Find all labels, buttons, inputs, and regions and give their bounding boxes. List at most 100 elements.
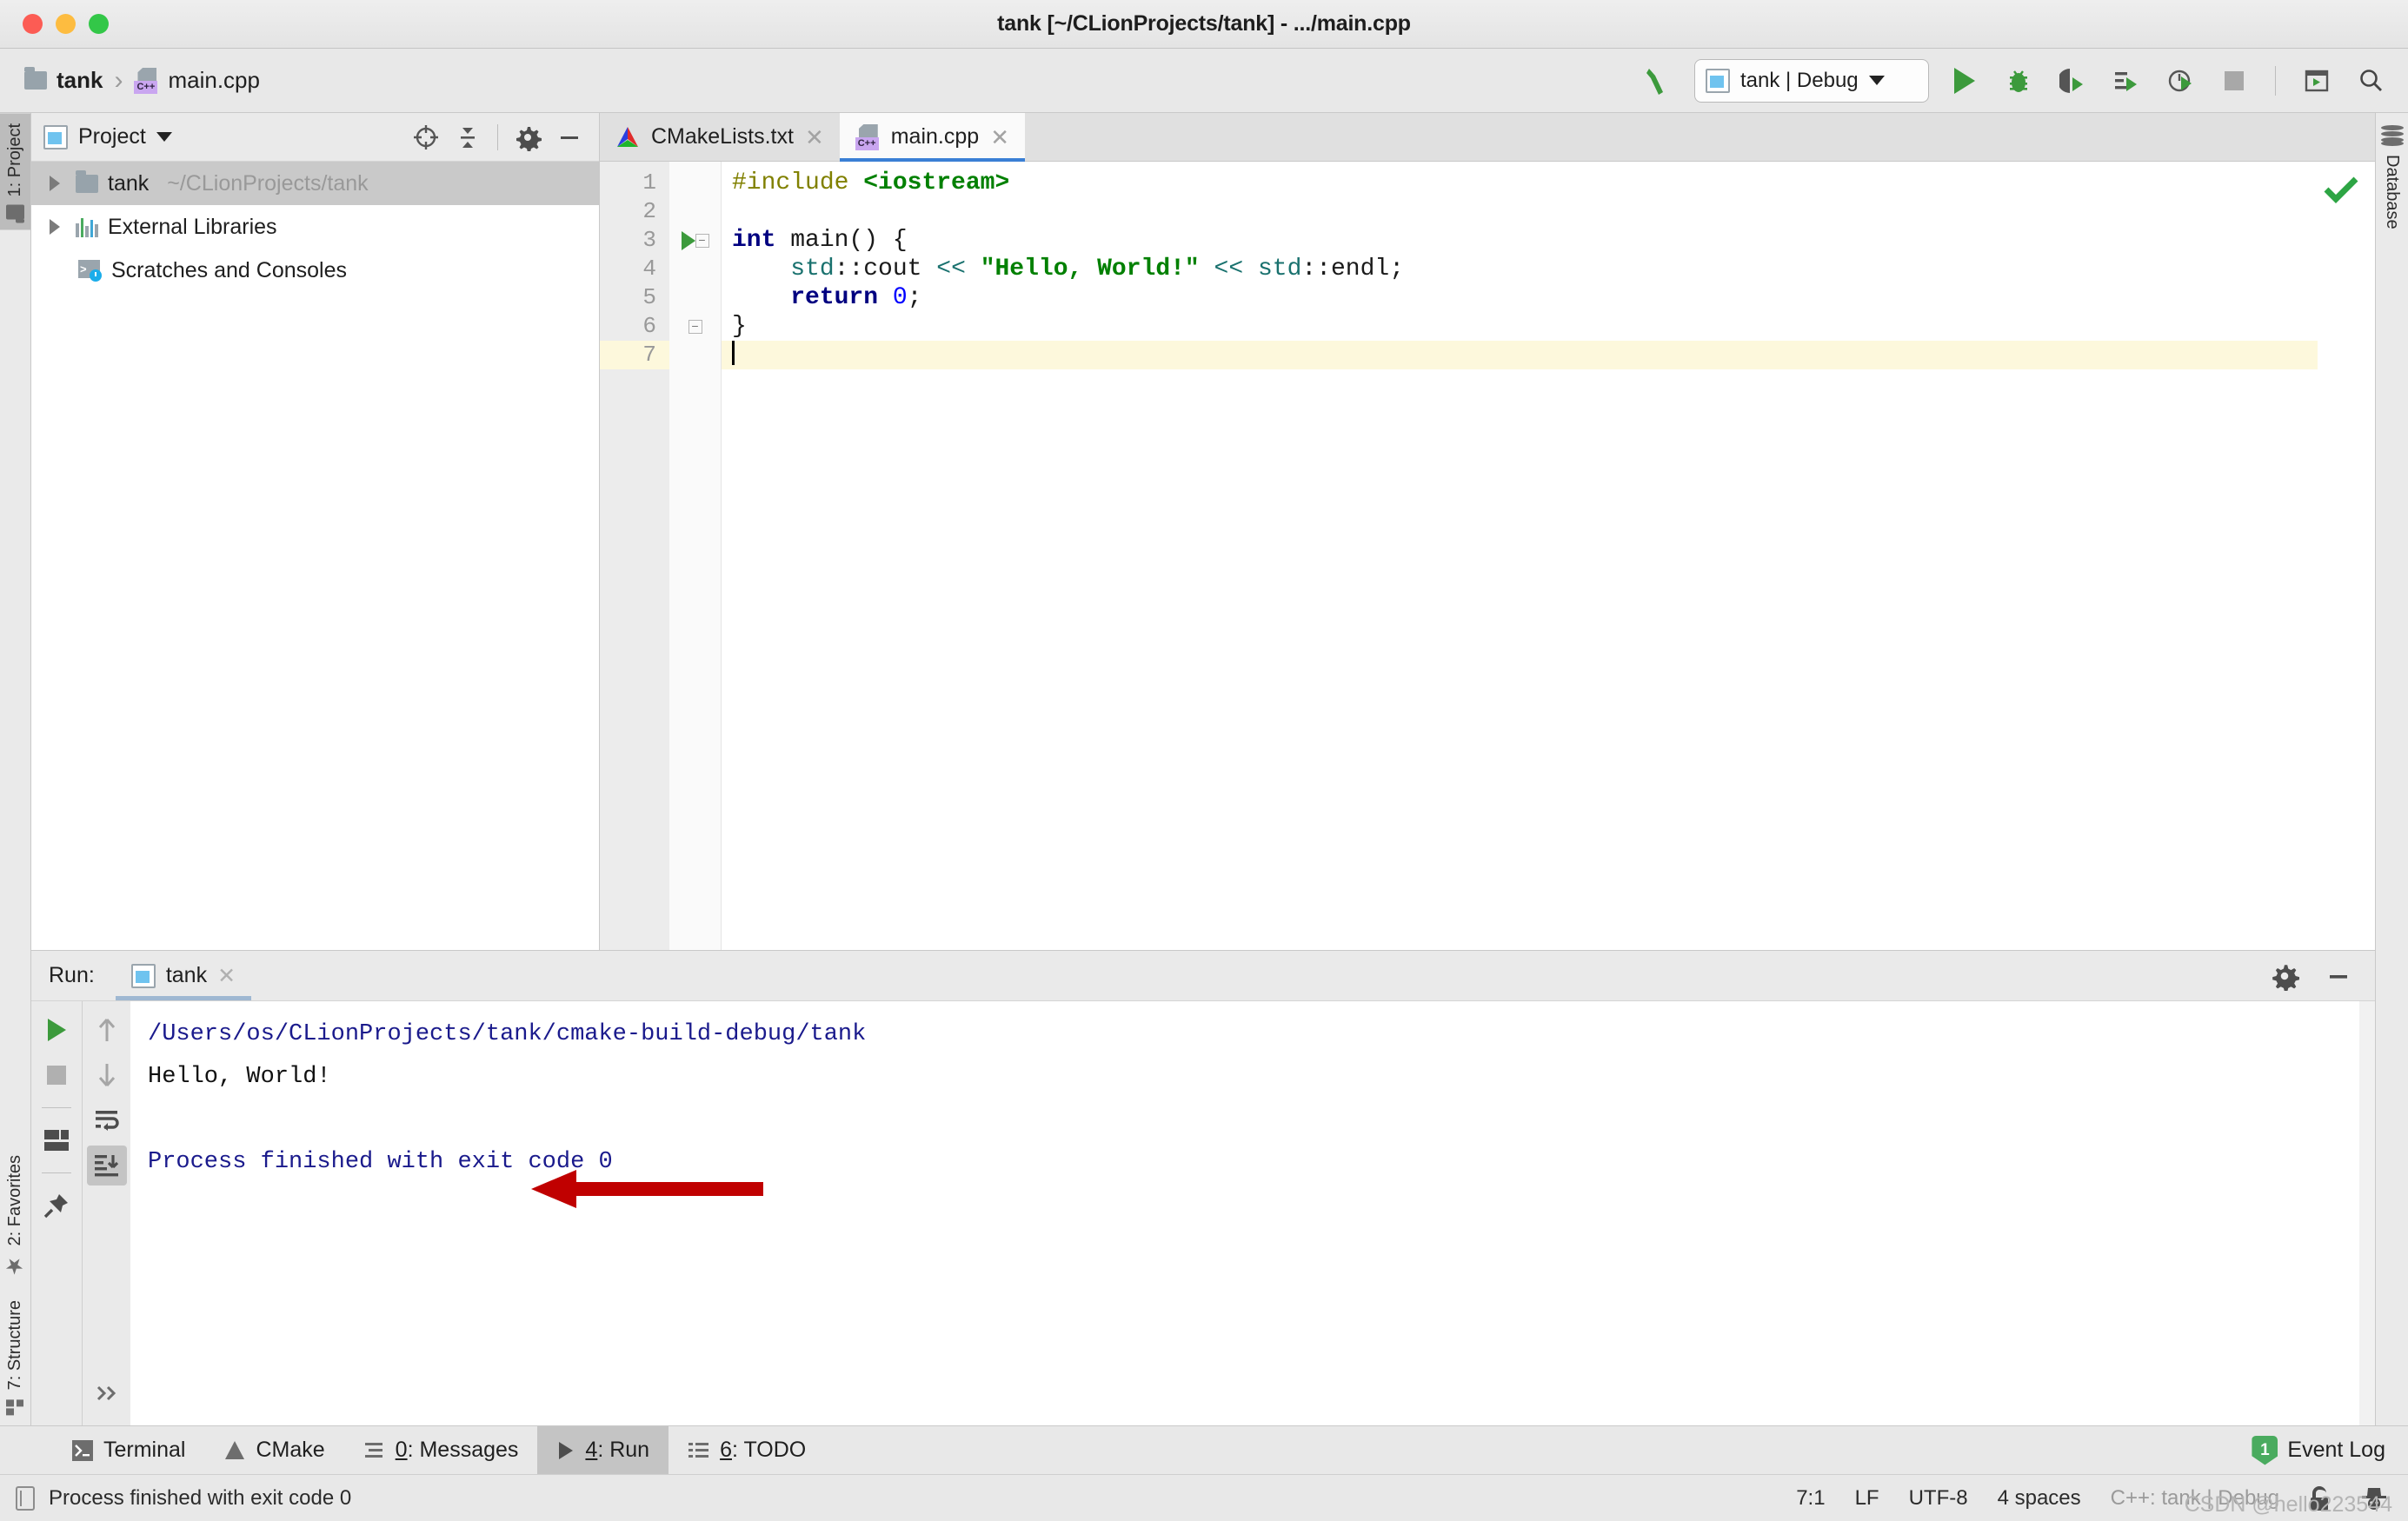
toolbar-divider (2275, 65, 2276, 96)
soft-wrap-button[interactable] (87, 1100, 127, 1140)
close-icon[interactable]: ✕ (990, 126, 1009, 149)
pin-tab-button[interactable] (37, 1186, 76, 1225)
tab-main-cpp[interactable]: C++ main.cpp ✕ (839, 113, 1026, 162)
tree-item-tank[interactable]: tank ~/CLionProjects/tank (31, 162, 599, 205)
tree-item-external-libraries[interactable]: External Libraries (31, 205, 599, 249)
cpp-file-icon: C++ (134, 67, 158, 94)
code-area[interactable]: 1 2 3 4 5 6 7 − − #include <iostream> in… (600, 162, 2375, 950)
more-button[interactable] (87, 1373, 127, 1413)
lock-icon[interactable] (2309, 1485, 2330, 1511)
stop-button[interactable] (2216, 63, 2252, 99)
gutter-mark (669, 341, 721, 369)
close-icon[interactable]: ✕ (805, 126, 824, 149)
build-button[interactable] (1640, 63, 1677, 99)
breadcrumb-item-file[interactable]: C++ main.cpp (134, 67, 260, 94)
inspection-ok-icon (2324, 176, 2358, 203)
hide-button[interactable] (554, 122, 585, 153)
arrow-down-icon (98, 1064, 115, 1086)
toolwindow-button-cmake[interactable]: CMake (204, 1426, 343, 1474)
updates-button[interactable] (2298, 63, 2335, 99)
file-encoding[interactable]: UTF-8 (1909, 1486, 1968, 1511)
expand-arrow-icon[interactable] (43, 219, 66, 235)
layout-button[interactable] (37, 1120, 76, 1160)
run-settings-button[interactable] (2267, 959, 2302, 993)
search-everywhere-button[interactable] (2352, 63, 2389, 99)
breadcrumb-item-project[interactable]: tank (24, 67, 103, 94)
run-configuration-selector[interactable]: tank | Debug (1694, 58, 1929, 103)
scratches-icon: > (78, 259, 102, 282)
inspector-hat-icon[interactable] (2359, 1485, 2389, 1511)
toolwindow-label: : Run (597, 1438, 650, 1462)
toolwindow-button-terminal[interactable]: Terminal (52, 1426, 204, 1474)
run-config-icon (1706, 68, 1730, 93)
stop-icon (47, 1066, 66, 1085)
code-text[interactable]: #include <iostream> int main() { std::co… (722, 162, 2318, 950)
caret-position[interactable]: 7:1 (1796, 1486, 1825, 1511)
debug-button[interactable] (2000, 63, 2037, 99)
window-title: tank [~/CLionProjects/tank] - .../main.c… (997, 11, 1411, 36)
line-number: 2 (642, 198, 656, 224)
tree-item-scratches-and-consoles[interactable]: > Scratches and Consoles (31, 249, 599, 292)
scroll-to-end-button[interactable] (86, 1146, 127, 1186)
run-tab-tank[interactable]: tank ✕ (115, 951, 252, 1000)
rerun-button[interactable] (37, 1010, 76, 1050)
close-icon[interactable]: ✕ (217, 963, 236, 989)
editor-inspection-gutter[interactable] (2318, 162, 2375, 950)
stop-button[interactable] (37, 1055, 76, 1095)
center-column: Project tank ~/CLionProjects/tank Extern… (31, 113, 2375, 1425)
sidebar-item-structure[interactable]: 7: Structure (0, 1290, 30, 1425)
run-button[interactable] (1946, 63, 1983, 99)
indent-setting[interactable]: 4 spaces (1998, 1486, 2081, 1511)
database-icon (2380, 125, 2404, 146)
crosshair-icon (414, 124, 438, 149)
soft-wrap-icon (95, 1111, 119, 1131)
folder-icon (6, 204, 24, 220)
build-config-status[interactable]: C++: tank | Debug (2111, 1486, 2279, 1511)
attach-to-process-button[interactable] (2162, 63, 2198, 99)
profile-button[interactable] (2108, 63, 2145, 99)
chevrons-right-icon (96, 1385, 116, 1401)
chevron-down-icon[interactable] (156, 132, 172, 142)
breadcrumb-label: main.cpp (168, 67, 260, 93)
navigation-bar: tank › C++ main.cpp tank | Debug (0, 49, 2408, 113)
line-number: 5 (642, 284, 656, 310)
rail-label: 1: Project (5, 123, 24, 197)
run-config-label: tank | Debug (1740, 68, 1859, 92)
stop-icon (2225, 70, 2244, 90)
toolwindow-button-run[interactable]: 4: Run (537, 1426, 669, 1474)
event-log-button[interactable]: 1 Event Log (2252, 1426, 2408, 1474)
event-log-badge: 1 (2252, 1435, 2278, 1465)
settings-button[interactable] (512, 122, 543, 153)
bug-icon (2010, 70, 2027, 92)
chevron-down-icon (1868, 76, 1885, 85)
line-separator[interactable]: LF (1855, 1486, 1879, 1511)
editor-tabs: CMakeLists.txt ✕ C++ main.cpp ✕ (600, 113, 2375, 162)
run-gutter-icon[interactable]: − (669, 226, 721, 255)
hide-run-panel-button[interactable] (2321, 959, 2356, 993)
sidebar-item-favorites[interactable]: ★ 2: Favorites (0, 1145, 30, 1289)
expand-arrow-icon[interactable] (43, 176, 66, 191)
libraries-icon (76, 216, 98, 237)
sidebar-item-database[interactable]: Database (2382, 155, 2402, 229)
run-console[interactable]: /Users/os/CLionProjects/tank/cmake-build… (130, 1001, 2359, 1425)
play-icon (559, 1441, 574, 1459)
down-stacktrace-button[interactable] (87, 1055, 127, 1095)
run-config-icon (130, 963, 156, 988)
up-stacktrace-button[interactable] (87, 1010, 127, 1050)
select-opened-file-button[interactable] (410, 122, 442, 153)
scroll-to-end-icon (94, 1155, 118, 1177)
console-scrollbar[interactable] (2359, 1001, 2375, 1425)
toolwindow-button-messages[interactable]: 0: Messages (344, 1426, 538, 1474)
run-with-coverage-button[interactable] (2054, 63, 2091, 99)
project-tool-window: Project tank ~/CLionProjects/tank Extern… (31, 113, 600, 950)
tab-cmakelists[interactable]: CMakeLists.txt ✕ (600, 113, 840, 161)
fold-end-icon[interactable]: − (669, 312, 721, 341)
minimize-icon (2330, 974, 2347, 979)
code-line-6: } (732, 313, 747, 340)
sidebar-item-project[interactable]: 1: Project (0, 113, 30, 230)
code-line-7 (722, 341, 2318, 369)
collapse-all-button[interactable] (452, 122, 483, 153)
toolwindow-button-todo[interactable]: 6: TODO (669, 1426, 825, 1474)
terminal-window-icon (2305, 70, 2329, 91)
